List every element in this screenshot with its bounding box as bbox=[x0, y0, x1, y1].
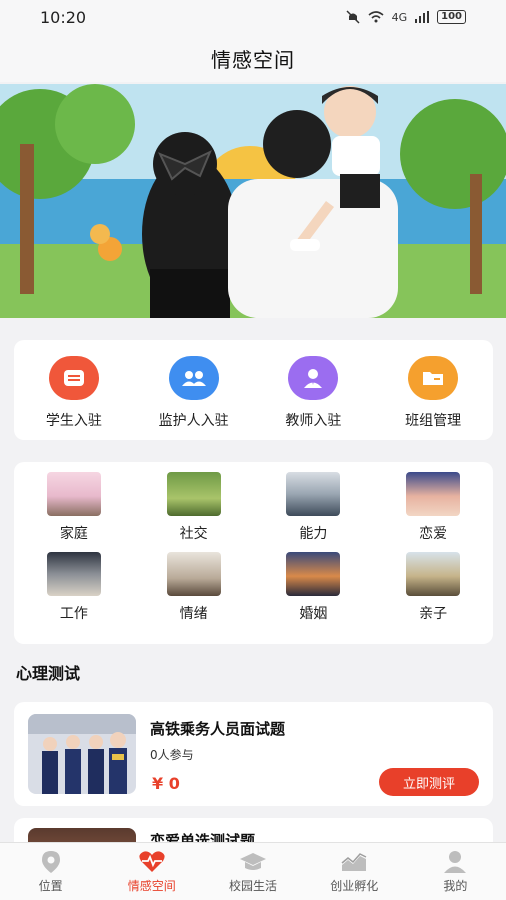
start-test-button[interactable]: 立即测评 bbox=[379, 768, 479, 796]
tab-label: 位置 bbox=[38, 879, 63, 893]
category-thumb bbox=[286, 472, 341, 516]
entry-class-management[interactable]: 班组管理 bbox=[373, 340, 493, 440]
category-thumb bbox=[406, 552, 461, 596]
bottom-tabbar: 位置 情感空间 校园生活 创业孵化 我的 bbox=[0, 842, 506, 900]
heart-pulse-icon bbox=[138, 849, 166, 875]
entry-label: 监护人入驻 bbox=[158, 413, 229, 429]
teacher-icon bbox=[288, 356, 339, 400]
page-header: 情感空间 bbox=[0, 34, 506, 82]
category-thumb bbox=[166, 552, 221, 596]
entry-guardian[interactable]: 监护人入驻 bbox=[134, 340, 254, 440]
tab-mine[interactable]: 我的 bbox=[405, 843, 506, 900]
group-users-icon bbox=[168, 356, 219, 400]
test-card[interactable]: 高铁乘务人员面试题 0人参与 ¥ 0 立即测评 bbox=[14, 702, 493, 806]
category-parenting[interactable]: 亲子 bbox=[373, 552, 493, 632]
category-grid: 家庭 社交 能力 恋爱 工作 情绪 婚姻 亲子 bbox=[14, 462, 493, 644]
category-work[interactable]: 工作 bbox=[14, 552, 134, 632]
tab-label: 校园生活 bbox=[229, 879, 278, 893]
page-title: 情感空间 bbox=[211, 47, 295, 72]
category-thumb bbox=[406, 472, 461, 516]
category-emotion[interactable]: 情绪 bbox=[134, 552, 254, 632]
test-title: 高铁乘务人员面试题 bbox=[150, 720, 286, 738]
category-label: 工作 bbox=[59, 606, 88, 622]
test-price: ¥ 0 bbox=[152, 774, 180, 793]
chat-card-icon bbox=[48, 356, 99, 400]
mute-icon bbox=[346, 10, 360, 24]
category-social[interactable]: 社交 bbox=[134, 472, 254, 552]
category-thumb bbox=[166, 472, 221, 516]
category-label: 情绪 bbox=[179, 606, 208, 622]
network-type: 4G bbox=[391, 10, 408, 24]
family-illustration bbox=[0, 84, 506, 318]
entry-label: 教师入驻 bbox=[285, 413, 342, 429]
wifi-icon bbox=[368, 11, 384, 23]
category-thumb bbox=[46, 552, 101, 596]
tab-emotion-space[interactable]: 情感空间 bbox=[101, 843, 202, 900]
section-title: 心理测试 bbox=[16, 664, 81, 683]
battery-icon: 100 bbox=[437, 10, 466, 24]
category-family[interactable]: 家庭 bbox=[14, 472, 134, 552]
entry-label: 学生入驻 bbox=[45, 413, 102, 429]
status-bar: 10:20 4G 100 bbox=[0, 0, 506, 34]
entry-label: 班组管理 bbox=[405, 413, 462, 429]
graduation-cap-icon bbox=[239, 849, 267, 875]
tab-startup[interactable]: 创业孵化 bbox=[304, 843, 405, 900]
status-time: 10:20 bbox=[40, 7, 87, 27]
tab-location[interactable]: 位置 bbox=[0, 843, 101, 900]
test-participants: 0人参与 bbox=[150, 748, 194, 762]
category-thumb bbox=[286, 552, 341, 596]
category-label: 恋爱 bbox=[419, 526, 448, 542]
signal-icon bbox=[415, 11, 430, 23]
category-label: 亲子 bbox=[419, 606, 448, 622]
entry-teacher[interactable]: 教师入驻 bbox=[254, 340, 374, 440]
tab-label: 情感空间 bbox=[127, 879, 176, 893]
category-love[interactable]: 恋爱 bbox=[373, 472, 493, 552]
role-entry-card: 学生入驻 监护人入驻 教师入驻 班组管理 bbox=[14, 340, 493, 440]
tab-campus-life[interactable]: 校园生活 bbox=[202, 843, 303, 900]
location-icon bbox=[37, 849, 65, 875]
category-thumb bbox=[46, 472, 101, 516]
folder-icon bbox=[408, 356, 459, 400]
category-label: 婚姻 bbox=[299, 606, 328, 622]
test-thumb bbox=[28, 714, 136, 794]
category-label: 能力 bbox=[299, 526, 328, 542]
entry-student[interactable]: 学生入驻 bbox=[14, 340, 134, 440]
user-icon bbox=[441, 849, 469, 875]
category-label: 社交 bbox=[179, 526, 208, 542]
status-icons: 4G 100 bbox=[346, 10, 466, 24]
category-marriage[interactable]: 婚姻 bbox=[254, 552, 374, 632]
trend-chart-icon bbox=[340, 849, 368, 875]
banner-image[interactable] bbox=[0, 84, 506, 318]
category-ability[interactable]: 能力 bbox=[254, 472, 374, 552]
tab-label: 创业孵化 bbox=[330, 879, 379, 893]
category-label: 家庭 bbox=[59, 526, 88, 542]
tab-label: 我的 bbox=[443, 879, 468, 893]
